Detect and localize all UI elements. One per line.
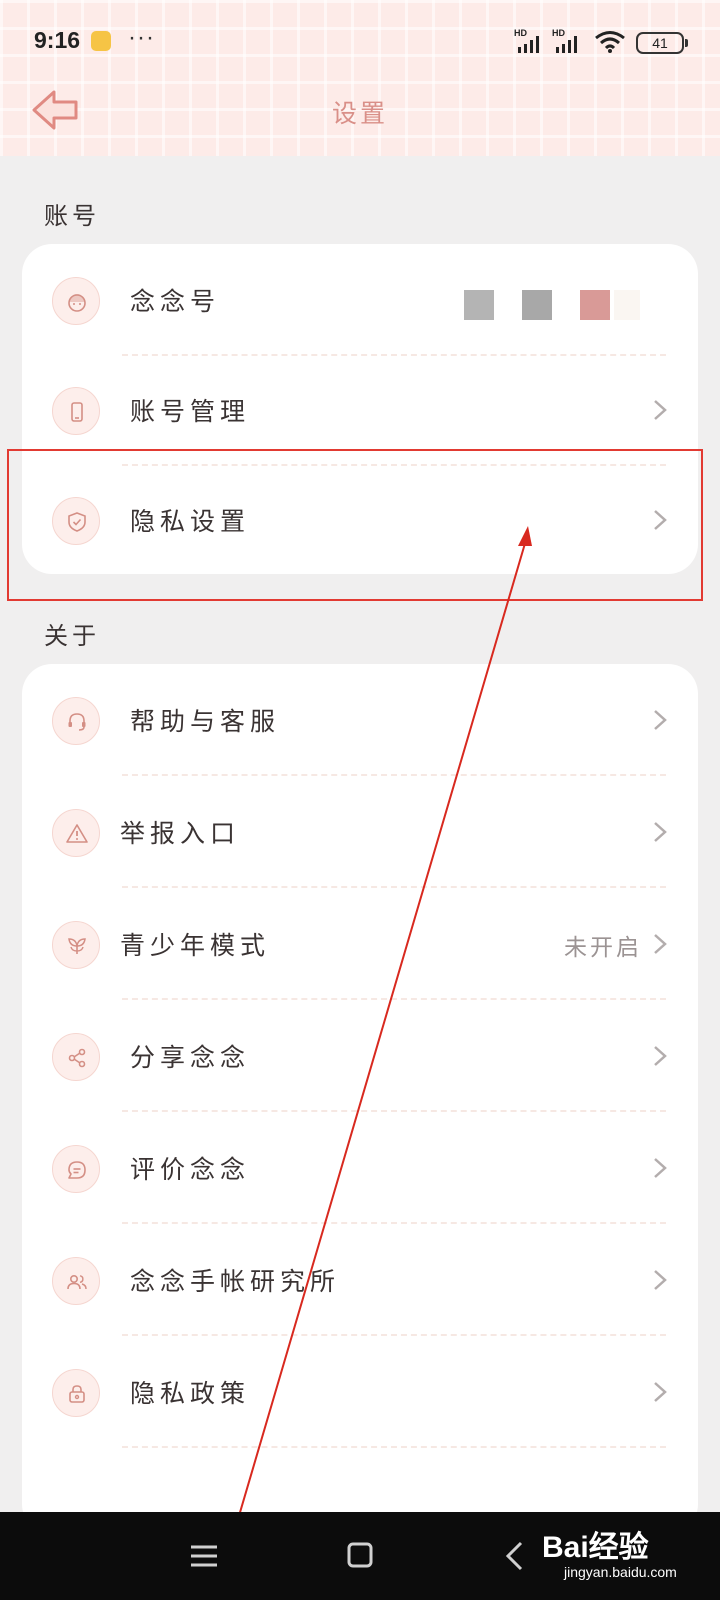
status-time: 9:16 <box>34 27 81 53</box>
annotation-highlight-box <box>7 449 703 601</box>
masked-id-value <box>464 290 674 320</box>
wifi-icon <box>595 31 625 53</box>
section-title-account: 账号 <box>44 202 100 230</box>
row-niannian-id[interactable]: 念念号 <box>22 244 698 356</box>
chevron-right-icon <box>654 1270 667 1290</box>
back-chevron-icon[interactable] <box>496 1536 536 1576</box>
row-research-lab[interactable]: 念念手帐研究所 <box>22 1224 698 1336</box>
status-icons: HD HD 41 <box>514 28 688 56</box>
chevron-right-icon <box>654 1158 667 1178</box>
more-notifications-icon: ··· <box>128 24 155 51</box>
row-label: 念念号 <box>130 287 221 316</box>
row-share[interactable]: 分享念念 <box>22 1000 698 1112</box>
share-icon <box>52 1033 100 1081</box>
row-teen-mode[interactable]: 青少年模式 未开启 <box>22 888 698 1000</box>
row-help-support[interactable]: 帮助与客服 <box>22 664 698 776</box>
section-title-about: 关于 <box>44 622 100 650</box>
watermark-url: jingyan.baidu.com <box>564 1564 677 1580</box>
watermark-logo: Bai经验 <box>542 1531 649 1564</box>
row-label: 隐私政策 <box>130 1379 251 1408</box>
row-label: 举报入口 <box>120 819 241 848</box>
chevron-right-icon <box>654 934 667 954</box>
lock-icon <box>52 1369 100 1417</box>
row-label: 帮助与客服 <box>130 707 281 736</box>
phone-icon <box>52 387 100 435</box>
notification-icon <box>91 31 111 51</box>
page-title: 设置 <box>331 99 388 128</box>
row-label: 账号管理 <box>130 397 251 426</box>
home-square-icon[interactable] <box>340 1536 380 1576</box>
warning-icon <box>52 809 100 857</box>
menu-icon[interactable] <box>184 1536 224 1576</box>
header: 9:16 ··· HD HD 41 设置 <box>0 0 720 156</box>
row-label: 念念手帐研究所 <box>130 1267 341 1296</box>
row-label: 分享念念 <box>130 1043 251 1072</box>
row-report-entry[interactable]: 举报入口 <box>22 776 698 888</box>
chevron-right-icon <box>654 1046 667 1066</box>
watermark: Bai经验 jingyan.baidu.com <box>542 1522 702 1588</box>
chevron-right-icon <box>654 822 667 842</box>
battery-icon: 41 <box>636 32 688 54</box>
face-icon <box>52 277 100 325</box>
row-rate[interactable]: 评价念念 <box>22 1112 698 1224</box>
row-label: 青少年模式 <box>120 931 271 960</box>
headset-icon <box>52 697 100 745</box>
chevron-right-icon <box>654 400 667 420</box>
teen-mode-status: 未开启 <box>564 935 642 961</box>
about-card: 帮助与客服 举报入口 青少年模式 未开启 分享念念 评价念念 念念手帐研究所 隐… <box>22 664 698 1534</box>
sprout-icon <box>52 921 100 969</box>
chevron-right-icon <box>654 1382 667 1402</box>
row-label: 评价念念 <box>130 1155 251 1184</box>
users-icon <box>52 1257 100 1305</box>
chevron-right-icon <box>654 710 667 730</box>
row-privacy-policy[interactable]: 隐私政策 <box>22 1336 698 1448</box>
chat-icon <box>52 1145 100 1193</box>
